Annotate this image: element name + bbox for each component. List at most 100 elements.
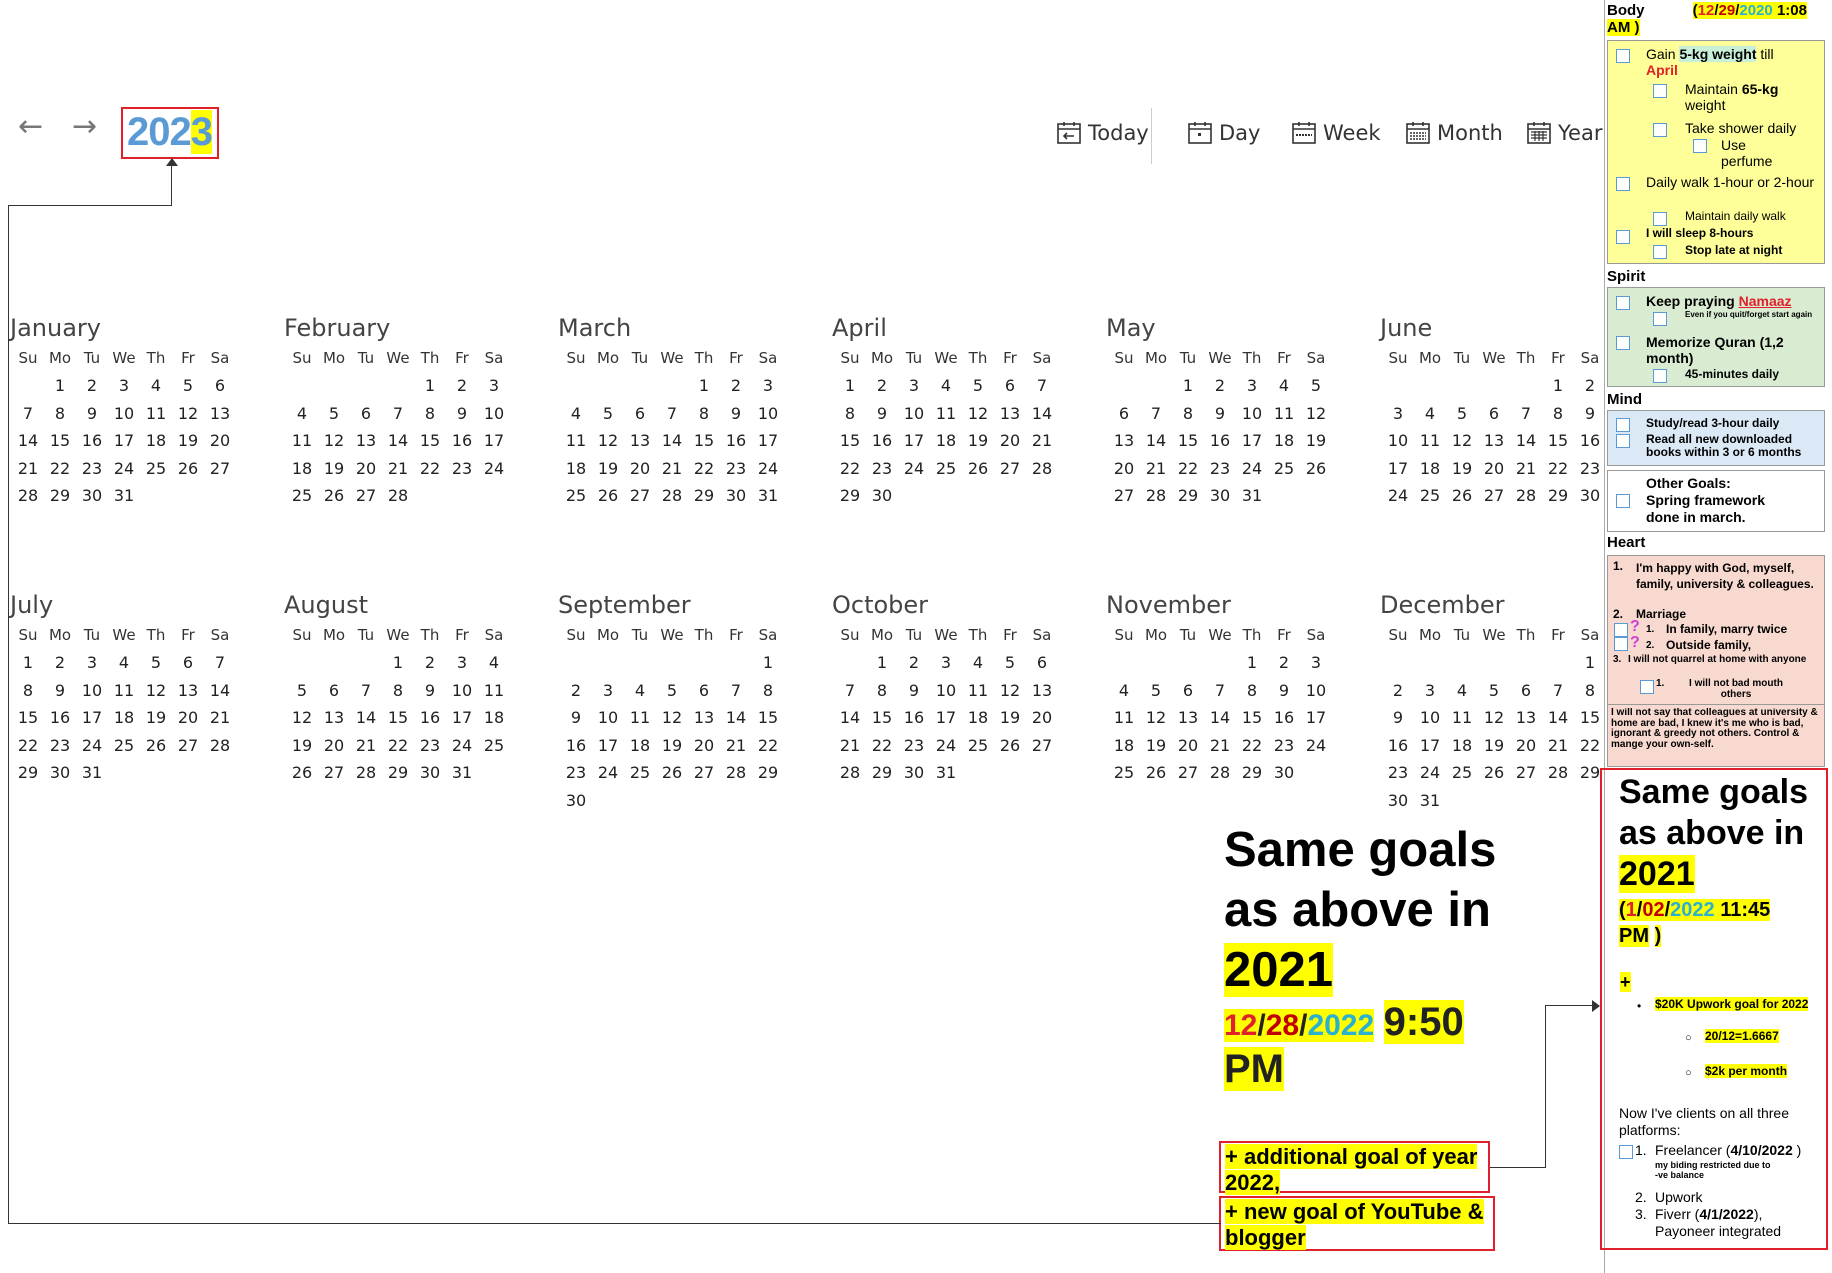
day-cell[interactable]: 7 — [350, 677, 382, 705]
day-cell[interactable]: 23 — [866, 455, 898, 483]
day-cell[interactable]: 25 — [930, 455, 962, 483]
day-cell[interactable]: 4 — [1108, 677, 1140, 705]
day-cell[interactable]: 7 — [720, 677, 752, 705]
month-name[interactable]: June — [1380, 312, 1612, 344]
day-cell[interactable]: 28 — [12, 482, 44, 510]
day-cell[interactable]: 4 — [560, 400, 592, 428]
day-cell[interactable]: 24 — [752, 455, 784, 483]
day-cell[interactable]: 21 — [350, 732, 382, 760]
day-cell[interactable]: 19 — [962, 427, 994, 455]
day-cell[interactable]: 23 — [44, 732, 76, 760]
day-cell[interactable]: 9 — [560, 704, 592, 732]
day-cell[interactable]: 2 — [560, 677, 592, 705]
year-view-button[interactable]: Year — [1526, 120, 1602, 146]
day-cell[interactable]: 1 — [1574, 649, 1606, 677]
day-cell[interactable]: 28 — [350, 759, 382, 787]
day-cell[interactable]: 14 — [12, 427, 44, 455]
day-cell[interactable]: 16 — [76, 427, 108, 455]
day-cell[interactable]: 28 — [1140, 482, 1172, 510]
day-cell[interactable]: 22 — [752, 732, 784, 760]
checkbox[interactable] — [1616, 177, 1630, 191]
day-cell[interactable]: 29 — [688, 482, 720, 510]
day-cell[interactable]: 29 — [382, 759, 414, 787]
day-cell[interactable]: 25 — [624, 759, 656, 787]
day-cell[interactable]: 8 — [688, 400, 720, 428]
day-cell[interactable]: 12 — [286, 704, 318, 732]
day-cell[interactable]: 27 — [1172, 759, 1204, 787]
day-cell[interactable]: 8 — [1172, 400, 1204, 428]
day-cell[interactable]: 3 — [1414, 677, 1446, 705]
day-cell[interactable]: 5 — [286, 677, 318, 705]
day-cell[interactable]: 30 — [1204, 482, 1236, 510]
day-cell[interactable]: 21 — [12, 455, 44, 483]
day-cell[interactable]: 10 — [1300, 677, 1332, 705]
checkbox[interactable] — [1616, 336, 1630, 350]
day-cell[interactable]: 14 — [1204, 704, 1236, 732]
day-cell[interactable]: 15 — [834, 427, 866, 455]
day-cell[interactable]: 9 — [446, 400, 478, 428]
day-cell[interactable]: 25 — [1268, 455, 1300, 483]
day-cell[interactable]: 26 — [994, 732, 1026, 760]
day-cell[interactable]: 26 — [1140, 759, 1172, 787]
day-cell[interactable]: 20 — [172, 704, 204, 732]
day-cell[interactable]: 10 — [478, 400, 510, 428]
day-cell[interactable]: 17 — [752, 427, 784, 455]
day-cell[interactable]: 13 — [994, 400, 1026, 428]
day-cell[interactable]: 23 — [1574, 455, 1606, 483]
day-cell[interactable]: 20 — [350, 455, 382, 483]
day-cell[interactable]: 18 — [930, 427, 962, 455]
checkbox[interactable] — [1653, 312, 1667, 326]
day-cell[interactable]: 30 — [560, 787, 592, 815]
day-cell[interactable]: 10 — [446, 677, 478, 705]
day-cell[interactable]: 26 — [962, 455, 994, 483]
day-cell[interactable]: 30 — [1574, 482, 1606, 510]
day-cell[interactable]: 28 — [1204, 759, 1236, 787]
day-cell[interactable]: 1 — [1542, 372, 1574, 400]
day-view-button[interactable]: Day — [1187, 120, 1260, 146]
day-cell[interactable]: 9 — [44, 677, 76, 705]
day-cell[interactable]: 14 — [204, 677, 236, 705]
day-cell[interactable]: 29 — [1236, 759, 1268, 787]
day-cell[interactable]: 6 — [1108, 400, 1140, 428]
day-cell[interactable]: 4 — [478, 649, 510, 677]
day-cell[interactable]: 18 — [140, 427, 172, 455]
day-cell[interactable]: 26 — [140, 732, 172, 760]
day-cell[interactable]: 11 — [1414, 427, 1446, 455]
day-cell[interactable]: 19 — [994, 704, 1026, 732]
day-cell[interactable]: 23 — [1204, 455, 1236, 483]
day-cell[interactable]: 15 — [1542, 427, 1574, 455]
month-name[interactable]: July — [10, 589, 242, 621]
day-cell[interactable]: 31 — [76, 759, 108, 787]
day-cell[interactable]: 25 — [108, 732, 140, 760]
checkbox[interactable] — [1616, 230, 1630, 244]
day-cell[interactable]: 31 — [1236, 482, 1268, 510]
day-cell[interactable]: 3 — [478, 372, 510, 400]
checkbox[interactable] — [1616, 434, 1630, 448]
day-cell[interactable]: 11 — [560, 427, 592, 455]
day-cell[interactable]: 24 — [1236, 455, 1268, 483]
day-cell[interactable]: 24 — [108, 455, 140, 483]
day-cell[interactable]: 5 — [994, 649, 1026, 677]
day-cell[interactable]: 9 — [720, 400, 752, 428]
day-cell[interactable]: 9 — [1268, 677, 1300, 705]
day-cell[interactable]: 19 — [1478, 732, 1510, 760]
day-cell[interactable]: 2 — [446, 372, 478, 400]
day-cell[interactable]: 17 — [478, 427, 510, 455]
day-cell[interactable]: 25 — [1446, 759, 1478, 787]
day-cell[interactable]: 22 — [866, 732, 898, 760]
day-cell[interactable]: 12 — [656, 704, 688, 732]
day-cell[interactable]: 3 — [76, 649, 108, 677]
day-cell[interactable]: 11 — [930, 400, 962, 428]
day-cell[interactable]: 11 — [108, 677, 140, 705]
day-cell[interactable]: 22 — [382, 732, 414, 760]
day-cell[interactable]: 15 — [414, 427, 446, 455]
checkbox[interactable] — [1653, 245, 1667, 259]
day-cell[interactable]: 15 — [1172, 427, 1204, 455]
day-cell[interactable]: 21 — [1026, 427, 1058, 455]
day-cell[interactable]: 24 — [1382, 482, 1414, 510]
day-cell[interactable]: 8 — [44, 400, 76, 428]
day-cell[interactable]: 14 — [834, 704, 866, 732]
checkbox[interactable] — [1640, 680, 1654, 694]
day-cell[interactable]: 6 — [1172, 677, 1204, 705]
day-cell[interactable]: 6 — [1478, 400, 1510, 428]
